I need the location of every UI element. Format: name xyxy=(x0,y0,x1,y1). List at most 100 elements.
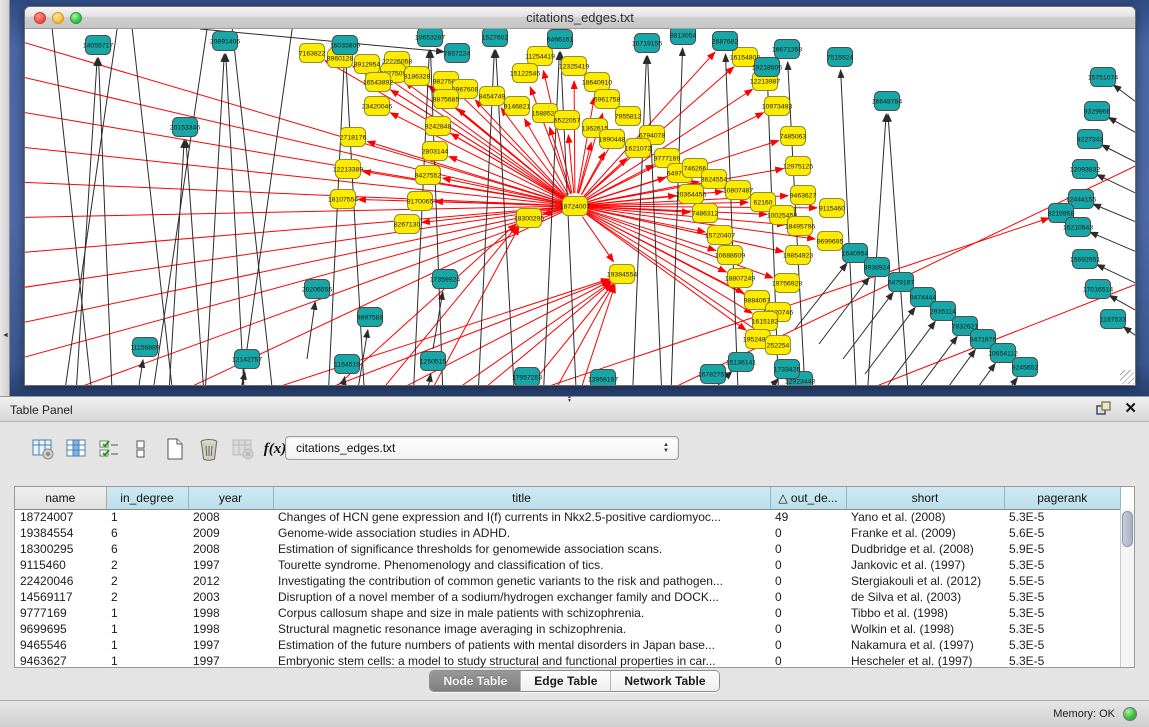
graph-node[interactable]: 8912954 xyxy=(354,55,381,74)
tab-edge-table[interactable]: Edge Table xyxy=(520,671,610,691)
column-header-pagerank[interactable]: pagerank xyxy=(1004,487,1121,509)
collapsed-panel-strip[interactable]: ◄ xyxy=(0,0,10,396)
graph-node[interactable]: 8938924 xyxy=(864,258,891,277)
graph-node[interactable]: 1167533 xyxy=(1100,310,1126,329)
graph-node[interactable]: 12093832 xyxy=(1070,160,1100,179)
table-row[interactable]: 1872400712008Changes of HCN gene express… xyxy=(15,509,1121,525)
graph-node[interactable]: 8454749 xyxy=(479,87,506,106)
graph-node[interactable]: 2935114 xyxy=(930,302,956,321)
graph-node[interactable]: 19218506 xyxy=(752,58,782,77)
table-row[interactable]: 946554611997Estimation of the future num… xyxy=(15,637,1121,653)
graph-node[interactable]: 9897588 xyxy=(357,308,384,327)
graph-node[interactable]: 11156889 xyxy=(130,338,159,357)
graph-node[interactable]: 9699695 xyxy=(817,232,844,251)
graph-node[interactable]: 18807249 xyxy=(725,269,755,288)
graph-node[interactable]: 18640910 xyxy=(582,73,612,92)
graph-node[interactable]: 14055717 xyxy=(83,36,113,55)
table-row[interactable]: 2242004622012Investigating the contribut… xyxy=(15,573,1121,589)
graph-node[interactable]: 9146821 xyxy=(504,97,531,116)
column-header-name[interactable]: name xyxy=(15,487,106,509)
graph-node[interactable]: 12325419 xyxy=(559,57,589,76)
graph-node[interactable]: 8427552 xyxy=(415,166,442,185)
graph-node[interactable]: 10973493 xyxy=(762,97,792,116)
graph-node[interactable]: 23420046 xyxy=(362,97,392,116)
scrollbar-thumb[interactable] xyxy=(1122,511,1133,547)
graph-node[interactable]: 8267130 xyxy=(394,215,421,234)
graph-node[interactable]: 2718176 xyxy=(340,128,367,147)
graph-node[interactable]: 19854923 xyxy=(783,246,813,265)
graph-node[interactable]: 18495796 xyxy=(785,217,815,236)
graph-node[interactable]: 7515524 xyxy=(827,48,854,67)
graph-node[interactable]: 8186328 xyxy=(404,67,431,86)
table-row[interactable]: 977716911998Corpus callosum shape and si… xyxy=(15,605,1121,621)
new-file-icon[interactable] xyxy=(162,436,188,462)
graph-node[interactable]: 1640954 xyxy=(842,244,869,263)
graph-node[interactable]: 17957253 xyxy=(512,368,542,386)
rows-icon[interactable] xyxy=(128,436,154,462)
table-row[interactable]: 1456911722003Disruption of a novel membe… xyxy=(15,589,1121,605)
table-scrollbar[interactable] xyxy=(1120,509,1134,667)
graph-node[interactable]: 20206556 xyxy=(302,280,332,299)
table-mode-icon[interactable] xyxy=(30,436,56,462)
graph-node[interactable]: 9227343 xyxy=(1077,130,1104,149)
graph-node[interactable]: 16782759 xyxy=(698,365,728,384)
column-header-in_degree[interactable]: in_degree xyxy=(106,487,188,509)
graph-node[interactable]: 10807487 xyxy=(723,181,753,200)
table-selector-dropdown[interactable]: citations_edges.txt ▲▼ xyxy=(285,436,679,460)
column-header-title[interactable]: title xyxy=(273,487,770,509)
graph-node[interactable]: 7163822 xyxy=(299,44,326,63)
graph-node[interactable]: 17016514 xyxy=(1083,280,1113,299)
graph-node[interactable]: 10719155 xyxy=(632,34,662,53)
table-row[interactable]: 1938455462009Genome-wide association stu… xyxy=(15,525,1121,541)
graph-node[interactable]: 7485063 xyxy=(780,127,807,146)
graph-node[interactable]: 18107554 xyxy=(328,190,358,209)
graph-node[interactable]: 16671358 xyxy=(772,40,802,59)
column-header-short[interactable]: short xyxy=(846,487,1004,509)
graph-node[interactable]: 9170065 xyxy=(407,192,434,211)
graph-node[interactable]: 9329966 xyxy=(1084,102,1111,121)
graph-node[interactable]: 12213389 xyxy=(333,160,363,179)
resize-handle[interactable] xyxy=(1120,370,1134,384)
graph-node[interactable]: 9875685 xyxy=(433,90,460,109)
graph-node[interactable]: 252254 xyxy=(766,336,791,355)
graph-node[interactable]: 6479197 xyxy=(888,273,915,292)
graph-node[interactable]: 12142757 xyxy=(232,350,262,369)
graph-node[interactable]: 1250515 xyxy=(420,352,447,371)
graph-node[interactable]: 16648784 xyxy=(872,92,902,111)
graph-node[interactable]: 20891406 xyxy=(210,32,240,51)
graph-node[interactable]: 15122545 xyxy=(510,64,540,83)
graph-node[interactable]: 6466161 xyxy=(547,30,574,49)
graph-node[interactable]: 16033809 xyxy=(330,36,360,55)
table-row[interactable]: 946362711997Embryonic stem cells: a mode… xyxy=(15,653,1121,669)
float-panel-icon[interactable] xyxy=(1096,401,1112,417)
graph-node[interactable]: 15751074 xyxy=(1088,68,1118,87)
graph-node[interactable]: 10653287 xyxy=(415,29,445,47)
graph-node[interactable]: 16543892 xyxy=(363,73,393,92)
graph-node[interactable]: 20153346 xyxy=(170,118,200,137)
table-row[interactable]: 1830029562008Estimation of significance … xyxy=(15,541,1121,557)
graph-node[interactable]: 15720407 xyxy=(705,226,735,245)
graph-node[interactable]: 19384554 xyxy=(607,265,637,284)
graph-node[interactable]: 1990448 xyxy=(599,130,626,149)
graph-node[interactable]: 20364456 xyxy=(676,185,706,204)
collapse-arrow-icon[interactable]: ◄ xyxy=(2,332,9,339)
trash-icon[interactable] xyxy=(196,436,222,462)
graph-node[interactable]: 15692951 xyxy=(1070,250,1100,269)
table-row[interactable]: 911546021997Tourette syndrome. Phenomeno… xyxy=(15,557,1121,573)
graph-node[interactable]: 3624554 xyxy=(701,170,728,189)
table-row[interactable]: 969969511998Structural magnetic resonanc… xyxy=(15,621,1121,637)
graph-node[interactable]: 18724007 xyxy=(560,197,590,216)
graph-node[interactable]: 7486312 xyxy=(692,204,719,223)
checklist-icon[interactable] xyxy=(96,436,122,462)
network-window[interactable]: citations_edges.txt 18724007183002951938… xyxy=(24,6,1136,386)
graph-node[interactable]: 1621072 xyxy=(625,139,652,158)
graph-node[interactable]: 12975125 xyxy=(783,157,813,176)
column-header-out_de[interactable]: △ out_de... xyxy=(770,487,846,509)
splitter-grip-icon[interactable]: ▲▼ xyxy=(567,395,572,403)
column-visibility-icon[interactable] xyxy=(64,436,90,462)
graph-node[interactable]: 9463627 xyxy=(790,186,817,205)
graph-node[interactable]: 9115460 xyxy=(819,199,845,218)
graph-node[interactable]: 13958167 xyxy=(588,370,618,386)
graph-node[interactable]: 2687682 xyxy=(712,32,739,51)
graph-node[interactable]: 6961758 xyxy=(594,90,621,109)
